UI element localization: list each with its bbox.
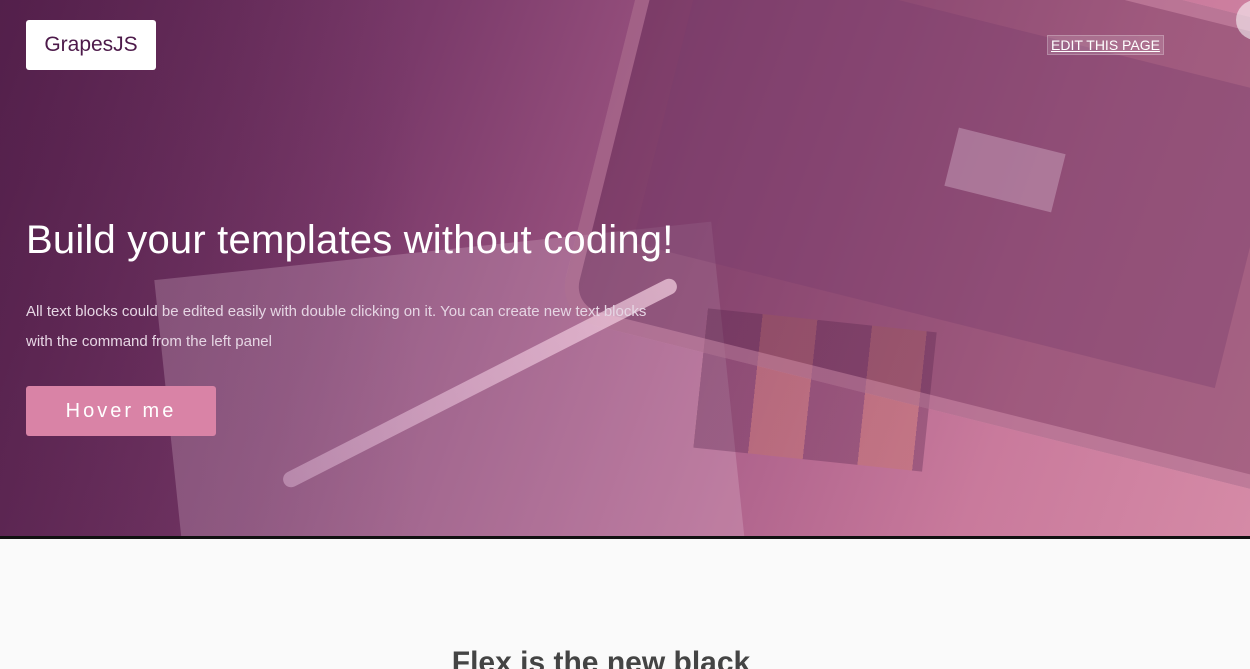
hero-background-checker bbox=[693, 308, 937, 472]
flex-section: Flex is the new black bbox=[0, 539, 1250, 669]
hero-background-tablet-image bbox=[944, 127, 1066, 213]
hero-description: All text blocks could be edited easily w… bbox=[26, 303, 647, 350]
hero-background-paper bbox=[154, 221, 746, 536]
hero-background-shade bbox=[0, 0, 420, 536]
logo[interactable]: GrapesJS bbox=[26, 20, 156, 70]
corner-circle-icon[interactable] bbox=[1236, 0, 1250, 40]
hero-background-tablet-screen bbox=[632, 0, 1250, 389]
hero-section: GrapesJS EDIT THIS PAGE Build your templ… bbox=[0, 0, 1250, 536]
edit-page-link[interactable]: EDIT THIS PAGE bbox=[1047, 35, 1164, 55]
hover-me-button[interactable]: Hover me bbox=[26, 386, 216, 436]
section-title: Flex is the new black bbox=[451, 646, 751, 669]
hero-title: Build your templates without coding! bbox=[26, 218, 674, 262]
